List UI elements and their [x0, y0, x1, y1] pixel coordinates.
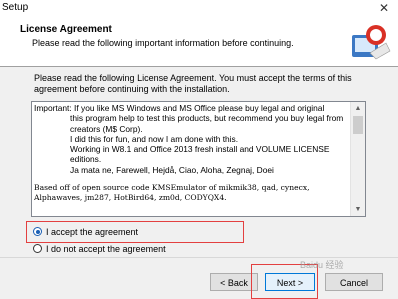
- scroll-down-icon[interactable]: ▼: [351, 203, 365, 216]
- license-line: Based off of open source code KMSEmulato…: [34, 183, 310, 203]
- accept-radio-option[interactable]: I accept the agreement: [33, 225, 138, 238]
- accept-radio[interactable]: [33, 227, 42, 236]
- scroll-thumb[interactable]: [353, 116, 363, 134]
- watermark: Baidu 经验: [300, 260, 344, 270]
- decline-radio-option[interactable]: I do not accept the agreement: [33, 242, 166, 255]
- close-icon[interactable]: ✕: [372, 0, 396, 17]
- title-bar: Setup ✕: [0, 0, 398, 17]
- page-title: License Agreement: [20, 24, 112, 35]
- window-title: Setup: [2, 2, 29, 13]
- scroll-up-icon[interactable]: ▲: [351, 102, 365, 115]
- license-line: Ja mata ne, Farewell, Hejdå, Ciao, Aloha…: [70, 164, 274, 175]
- decline-label[interactable]: I do not accept the agreement: [46, 244, 166, 254]
- accept-label[interactable]: I accept the agreement: [46, 227, 138, 237]
- license-line: I did this for fun, and now I am done wi…: [70, 133, 239, 144]
- license-line: this program help to test this products,…: [70, 113, 344, 134]
- license-text: Important: If you like MS Windows and MS…: [34, 103, 348, 215]
- decline-radio[interactable]: [33, 244, 42, 253]
- license-scrollbar[interactable]: ▲ ▼: [350, 102, 365, 216]
- license-textbox[interactable]: Important: If you like MS Windows and MS…: [31, 101, 366, 217]
- intro-text: Please read the following License Agreem…: [34, 73, 352, 94]
- page-subtitle: Please read the following important info…: [32, 38, 294, 48]
- license-line: Working in W8.1 and Office 2013 fresh in…: [70, 144, 330, 165]
- setup-wizard-icon: [352, 25, 391, 60]
- license-line: Important: If you like MS Windows and MS…: [34, 103, 325, 113]
- wizard-header: License Agreement Please read the follow…: [0, 17, 398, 67]
